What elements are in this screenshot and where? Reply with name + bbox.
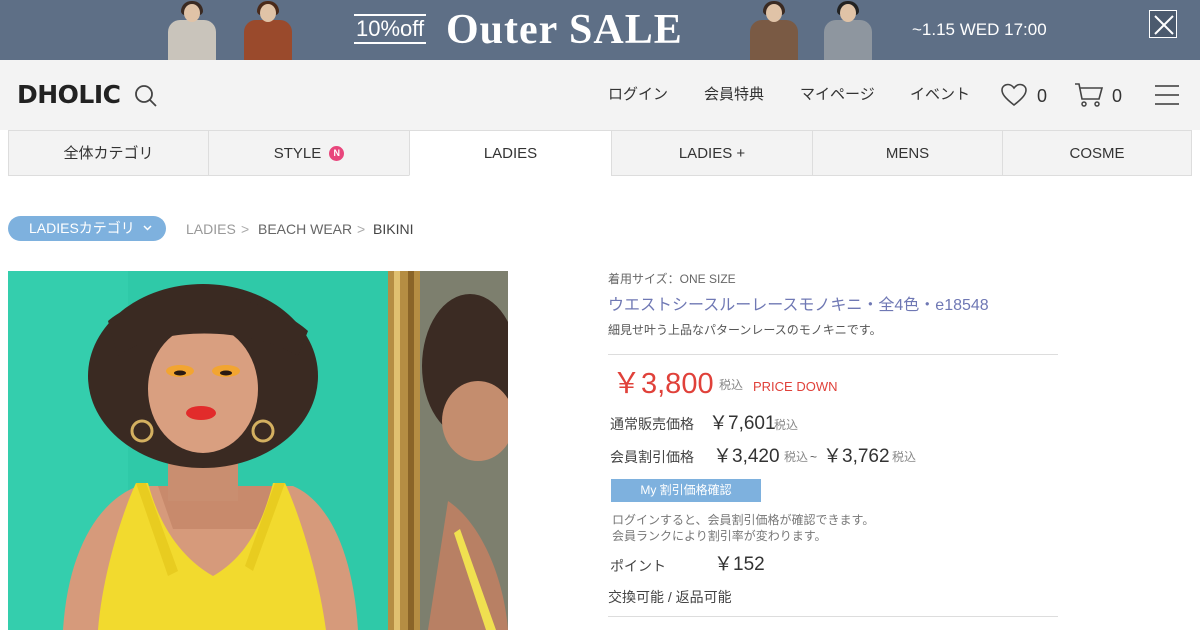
tab-label: COSME [1069, 145, 1125, 162]
my-discount-price-button[interactable]: My 割引価格確認 [611, 479, 761, 502]
tab-all-categories[interactable]: 全体カテゴリ [8, 130, 209, 176]
product-name: ウエストシースルーレースモノキニ・全4色・e18548 [608, 297, 989, 314]
regular-price-label: 通常販売価格 [610, 416, 694, 432]
tab-label: MENS [885, 145, 930, 162]
search-button[interactable] [134, 84, 158, 108]
breadcrumb-bikini[interactable]: BIKINI [373, 221, 413, 237]
nav-member-benefits[interactable]: 会員特典 [704, 85, 764, 105]
price-down-badge: PRICE DOWN [753, 379, 838, 394]
banner-date: ~1.15 WED 17:00 [912, 20, 1047, 39]
model-figure [162, 0, 222, 60]
login-note: ログインすると、会員割引価格が確認できます。 [612, 513, 875, 527]
model-figure [744, 0, 804, 60]
model-figure [238, 0, 298, 60]
promo-banner[interactable]: 10%off Outer SALE ~1.15 WED 17:00 [0, 0, 1200, 60]
breadcrumb-beach-wear[interactable]: BEACH WEAR [258, 221, 352, 237]
menu-button[interactable] [1155, 85, 1179, 105]
tab-style[interactable]: STYLE N [208, 130, 410, 176]
points-label: ポイント [610, 558, 666, 574]
search-icon [135, 85, 157, 107]
banner-title: Outer SALE [446, 7, 683, 53]
nav-event[interactable]: イベント [910, 85, 970, 105]
member-price-label: 会員割引価格 [610, 449, 694, 465]
heart-icon [1001, 83, 1027, 107]
tab-label: STYLE [273, 145, 322, 162]
tab-label: LADIES + [678, 145, 746, 162]
wishlist-count: 0 [1037, 86, 1048, 106]
exchange-return-note: 交換可能 / 返品可能 [608, 589, 732, 605]
tax-label: 税込 [784, 450, 809, 464]
tab-label: LADIES [483, 145, 538, 162]
member-price-max: ￥3,762 [823, 446, 890, 467]
tax-label: 税込 [719, 378, 744, 392]
cart-count: 0 [1112, 86, 1123, 106]
close-icon [1154, 15, 1174, 35]
points-value: ￥152 [714, 554, 765, 575]
divider [608, 616, 1058, 617]
menu-icon [1155, 85, 1179, 87]
cart-button[interactable]: 0 [1074, 81, 1126, 109]
tax-label: 税込 [892, 450, 917, 464]
breadcrumb-separator: > [241, 221, 250, 237]
tab-label: 全体カテゴリ [63, 145, 154, 162]
model-figure [818, 0, 878, 60]
site-header: DHOLIC ログイン 会員特典 マイページ イベント 0 0 [0, 60, 1200, 130]
divider [608, 354, 1058, 355]
member-price-min: ￥3,420 [713, 446, 780, 467]
rank-note: 会員ランクにより割引率が変わります。 [612, 529, 827, 543]
category-button-label: LADIESカテゴリ [29, 220, 135, 236]
worn-size-note: 着用サイズ：ONE SIZE [608, 272, 736, 286]
cart-icon [1075, 83, 1104, 107]
nav-mypage[interactable]: マイページ [800, 85, 875, 105]
product-image[interactable] [8, 271, 508, 630]
breadcrumb-separator: > [357, 221, 366, 237]
tab-mens[interactable]: MENS [812, 130, 1003, 176]
nav-login[interactable]: ログイン [608, 85, 668, 105]
price-range-separator: ~ [810, 450, 818, 464]
breadcrumb-ladies[interactable]: LADIES [186, 221, 236, 237]
banner-discount: 10%off [354, 14, 427, 44]
chevron-down-icon [143, 225, 152, 231]
new-badge: N [329, 146, 345, 161]
product-photo-illustration [8, 271, 508, 630]
wishlist-button[interactable]: 0 [1001, 82, 1051, 108]
tab-ladies[interactable]: LADIES [409, 130, 612, 176]
site-logo[interactable]: DHOLIC [17, 80, 121, 110]
category-tabs: 全体カテゴリ STYLE N LADIES LADIES + MENS COSME [8, 130, 1192, 176]
tax-label: 税込 [774, 418, 799, 432]
tab-ladies-plus[interactable]: LADIES + [611, 130, 813, 176]
sale-price: ￥3,800 [612, 368, 714, 400]
regular-price: ￥7,601 [709, 413, 776, 434]
product-description: 細見せ叶う上品なパターンレースのモノキニです。 [608, 323, 882, 337]
ladies-category-button[interactable]: LADIESカテゴリ [8, 216, 166, 241]
banner-close-button[interactable] [1149, 10, 1177, 38]
tab-cosme[interactable]: COSME [1002, 130, 1192, 176]
